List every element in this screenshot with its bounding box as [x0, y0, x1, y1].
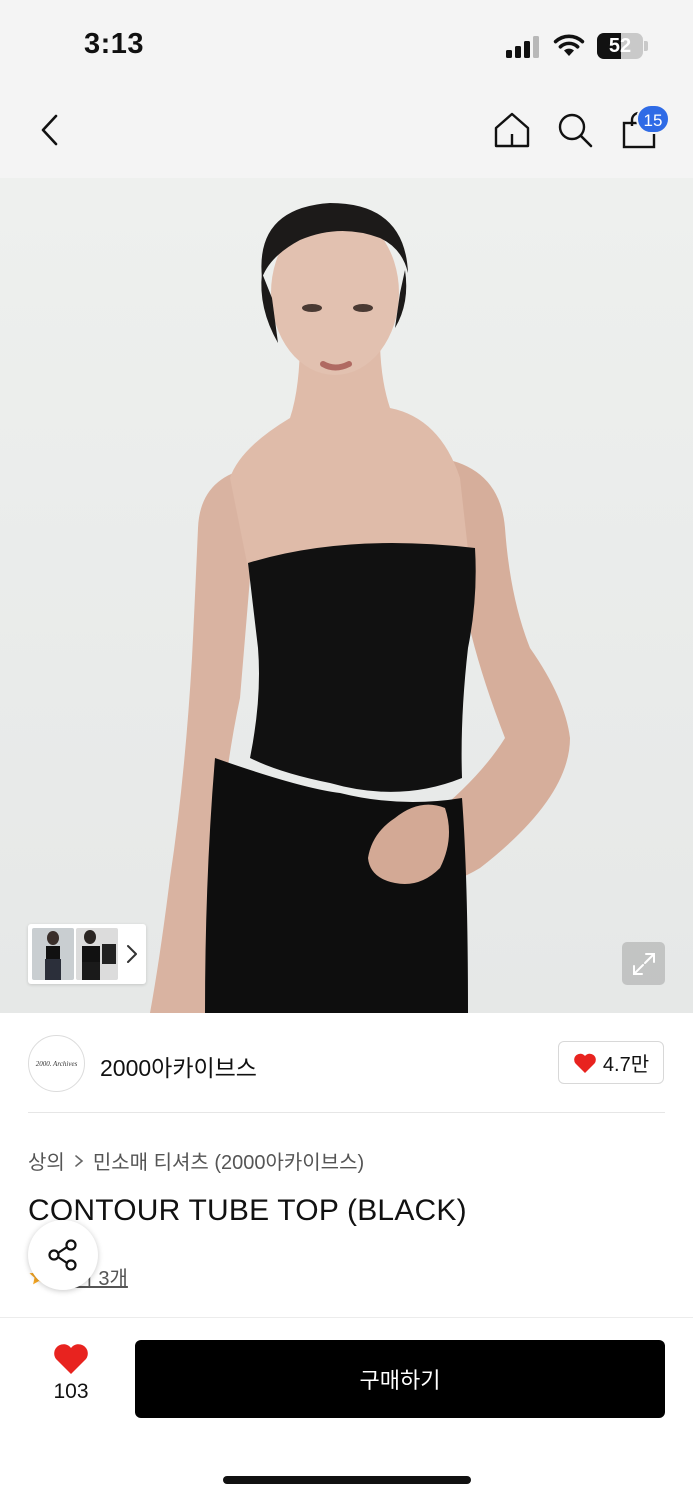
- image-thumbnail-strip[interactable]: [28, 924, 146, 984]
- bottom-bar-divider: [0, 1317, 693, 1318]
- battery-percent: 52: [608, 35, 632, 57]
- wifi-icon: [553, 32, 585, 58]
- cellular-signal-icon: [506, 36, 542, 58]
- brand-like-button[interactable]: 4.7만: [558, 1041, 664, 1084]
- heart-icon: [54, 1344, 88, 1374]
- thumbnail-next-button[interactable]: [122, 940, 142, 968]
- cart-count-badge: 15: [636, 104, 670, 134]
- breadcrumb-category[interactable]: 상의: [28, 1146, 65, 1175]
- buy-button[interactable]: 구매하기: [135, 1340, 665, 1418]
- top-nav-bar: [0, 90, 693, 178]
- battery-icon: 52: [597, 33, 649, 59]
- heart-icon: [574, 1053, 596, 1073]
- wishlist-count: 103: [53, 1380, 89, 1403]
- brand-logo[interactable]: 2000. Archives: [28, 1035, 85, 1092]
- brand-row[interactable]: 2000. Archives 2000아카이브스 4.7만: [0, 1013, 693, 1113]
- status-bar: 3:13 52: [0, 0, 693, 90]
- chevron-left-icon: [41, 114, 58, 146]
- home-indicator: [223, 1476, 471, 1484]
- share-icon: [48, 1239, 77, 1271]
- breadcrumb-subcategory[interactable]: 민소매 티셔츠 (2000아카이브스): [93, 1146, 364, 1175]
- expand-image-button[interactable]: [622, 942, 665, 985]
- product-image[interactable]: [0, 178, 693, 1013]
- breadcrumb: 상의 민소매 티셔츠 (2000아카이브스): [28, 1146, 364, 1175]
- back-button[interactable]: [26, 106, 74, 154]
- search-button[interactable]: [551, 106, 599, 154]
- search-icon: [558, 113, 593, 148]
- home-button[interactable]: [488, 106, 536, 154]
- home-icon: [494, 112, 530, 148]
- product-title: CONTOUR TUBE TOP (BLACK): [28, 1194, 467, 1227]
- chevron-right-icon: [75, 1154, 84, 1167]
- expand-icon: [632, 952, 655, 975]
- share-button[interactable]: [28, 1220, 98, 1290]
- status-time: 3:13: [84, 28, 145, 60]
- chevron-right-icon: [127, 945, 137, 963]
- brand-logo-text: 2000. Archives: [35, 1059, 78, 1068]
- brand-like-count: 4.7만: [602, 1054, 650, 1076]
- thumbnail-1[interactable]: [32, 928, 74, 980]
- section-divider: [28, 1112, 665, 1113]
- wishlist-button[interactable]: 103: [40, 1342, 102, 1414]
- brand-name[interactable]: 2000아카이브스: [100, 1049, 257, 1083]
- thumbnail-2[interactable]: [76, 928, 118, 980]
